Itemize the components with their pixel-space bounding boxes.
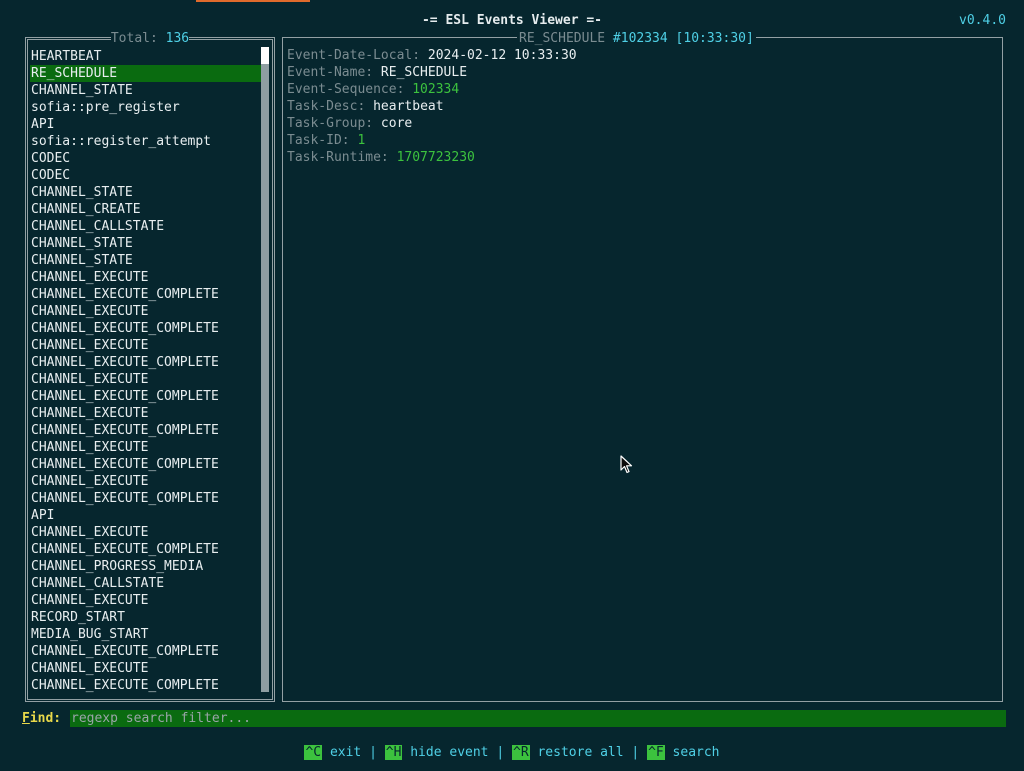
event-list-item[interactable]: CHANNEL_EXECUTE_COMPLETE [30, 422, 262, 439]
event-list[interactable]: HEARTBEAT RE_SCHEDULE CHANNEL_STATE sofia::… [30, 48, 262, 694]
shortcut-key: ^C [304, 745, 323, 760]
field-value: RE_SCHEDULE [380, 65, 468, 80]
event-list-item[interactable]: CHANNEL_EXECUTE [30, 473, 262, 490]
event-field-row: Task-ID: 1 [287, 132, 577, 149]
event-list-item[interactable]: CHANNEL_EXECUTE_COMPLETE [30, 677, 262, 694]
event-list-item[interactable]: HEARTBEAT [30, 48, 262, 65]
field-key: Task-Desc: [287, 99, 366, 114]
event-list-item[interactable]: CHANNEL_CALLSTATE [30, 218, 262, 235]
event-list-item[interactable]: RECORD_START [30, 609, 262, 626]
event-list-item[interactable]: CHANNEL_EXECUTE [30, 592, 262, 609]
shortcut-label: search [672, 745, 720, 760]
event-list-item[interactable]: sofia::register_attempt [30, 133, 262, 150]
event-field-row: Task-Group: core [287, 115, 577, 132]
event-list-item[interactable]: CHANNEL_EXECUTE [30, 439, 262, 456]
event-list-item[interactable]: CHANNEL_EXECUTE_COMPLETE [30, 456, 262, 473]
shortcut-label: hide event [410, 745, 489, 760]
event-list-item[interactable]: CHANNEL_EXECUTE_COMPLETE [30, 320, 262, 337]
window-tab-accent [196, 0, 310, 2]
field-value: 1707723230 [396, 150, 475, 165]
app-title: -= ESL Events Viewer =- [421, 13, 602, 28]
app-version: v0.4.0 [959, 13, 1006, 28]
event-field-row: Event-Date-Local: 2024-02-12 10:33:30 [287, 47, 577, 64]
field-value: core [380, 116, 413, 131]
field-key: Event-Name: [287, 65, 374, 80]
field-value: 2024-02-12 10:33:30 [427, 48, 577, 63]
shortcut-key: ^R [512, 745, 530, 760]
event-list-item[interactable]: sofia::pre_register [30, 99, 262, 116]
event-list-panel: Total: 136 HEARTBEAT RE_SCHEDULE CHANNEL_S… [25, 31, 275, 702]
event-list-item[interactable]: CHANNEL_EXECUTE_COMPLETE [30, 541, 262, 558]
event-list-item[interactable]: CHANNEL_CREATE [30, 201, 262, 218]
detail-time: [10:33:30] [675, 31, 754, 46]
event-field-row: Task-Desc: heartbeat [287, 98, 577, 115]
field-key: Event-Date-Local: [287, 48, 421, 63]
event-list-title: Total: 136 [28, 30, 272, 47]
total-count: 136 [165, 31, 190, 46]
shortcut-label: exit [329, 745, 362, 760]
shortcut-restore-all[interactable]: ^R restore all [512, 745, 624, 760]
event-list-item[interactable]: CHANNEL_EXECUTE_COMPLETE [30, 354, 262, 371]
shortcut-separator: | [631, 745, 640, 760]
event-list-scrollbar[interactable] [261, 47, 269, 692]
shortcut-hide-event[interactable]: ^H hide event [384, 745, 489, 760]
event-list-item[interactable]: CHANNEL_EXECUTE [30, 337, 262, 354]
event-field-list: Event-Date-Local: 2024-02-12 10:33:30 Eve… [287, 47, 577, 166]
event-list-item[interactable]: MEDIA_BUG_START [30, 626, 262, 643]
event-list-item[interactable]: CHANNEL_STATE [30, 184, 262, 201]
event-list-item[interactable]: CHANNEL_EXECUTE [30, 371, 262, 388]
shortcut-key: ^F [647, 745, 665, 760]
field-value: 1 [357, 133, 366, 148]
event-list-item[interactable]: API [30, 507, 262, 524]
event-list-item[interactable]: CHANNEL_EXECUTE [30, 660, 262, 677]
event-list-item[interactable]: RE_SCHEDULE [30, 65, 262, 82]
field-key: Task-Runtime: [287, 150, 389, 165]
event-list-item[interactable]: CHANNEL_STATE [30, 82, 262, 99]
event-list-item[interactable]: CHANNEL_EXECUTE [30, 524, 262, 541]
search-filter-input[interactable] [70, 710, 1006, 727]
event-list-item[interactable]: CHANNEL_EXECUTE [30, 269, 262, 286]
event-list-item[interactable]: CHANNEL_EXECUTE_COMPLETE [30, 286, 262, 303]
shortcut-search[interactable]: ^F search [647, 745, 720, 760]
event-list-item[interactable]: CHANNEL_EXECUTE_COMPLETE [30, 643, 262, 660]
event-list-item[interactable]: CHANNEL_STATE [30, 235, 262, 252]
event-list-item[interactable]: CHANNEL_EXECUTE_COMPLETE [30, 388, 262, 405]
shortcut-separator: | [369, 745, 377, 760]
field-value: heartbeat [373, 99, 444, 114]
shortcut-separator: | [496, 745, 505, 760]
field-key: Task-Group: [287, 116, 374, 131]
field-value: 102334 [412, 82, 460, 97]
shortcut-bar: ^C exit | ^H hide event | ^R restore all… [0, 744, 1024, 761]
event-list-item[interactable]: CHANNEL_CALLSTATE [30, 575, 262, 592]
event-list-item[interactable]: CHANNEL_EXECUTE [30, 303, 262, 320]
event-list-item[interactable]: CHANNEL_STATE [30, 252, 262, 269]
event-field-row: Event-Name: RE_SCHEDULE [287, 64, 577, 81]
detail-event-name: RE_SCHEDULE [519, 31, 606, 46]
event-list-item[interactable]: API [30, 116, 262, 133]
event-field-row: Event-Sequence: 102334 [287, 81, 577, 98]
total-label: Total: [110, 31, 158, 46]
field-key: Event-Sequence: [287, 82, 405, 97]
event-detail-title: RE_SCHEDULE #102334 [10:33:30] [517, 30, 756, 47]
field-key: Task-ID: [287, 133, 350, 148]
mouse-pointer-icon [620, 455, 633, 474]
find-label: Find: [22, 711, 62, 726]
shortcut-label: restore all [537, 745, 624, 760]
event-list-item[interactable]: CHANNEL_EXECUTE [30, 405, 262, 422]
shortcut-exit[interactable]: ^C exit [304, 745, 361, 760]
event-detail-panel: RE_SCHEDULE #102334 [10:33:30] Event-Dat… [282, 30, 1003, 702]
shortcut-key: ^H [384, 745, 403, 760]
event-list-item[interactable]: CHANNEL_EXECUTE_COMPLETE [30, 490, 262, 507]
event-field-row: Task-Runtime: 1707723230 [287, 149, 577, 166]
detail-sequence: #102334 [612, 31, 668, 46]
scrollbar-thumb[interactable] [261, 47, 269, 64]
event-list-item[interactable]: CHANNEL_PROGRESS_MEDIA [30, 558, 262, 575]
event-list-item[interactable]: CODEC [30, 167, 262, 184]
event-list-item[interactable]: CODEC [30, 150, 262, 167]
